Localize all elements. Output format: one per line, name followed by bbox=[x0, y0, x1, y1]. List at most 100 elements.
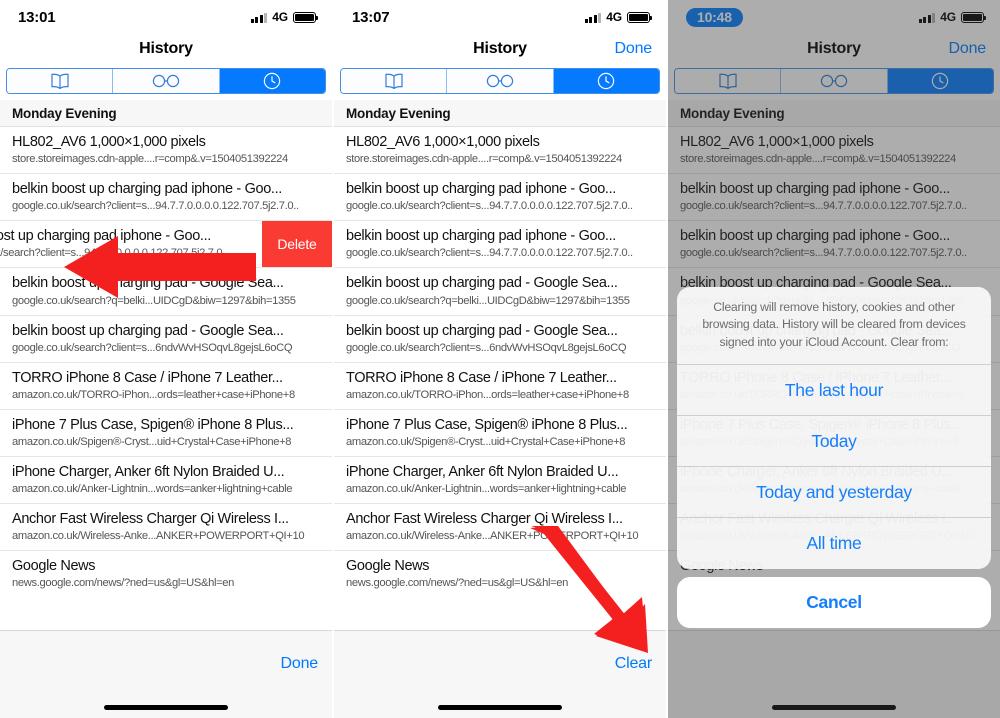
history-row[interactable]: belkin boost up charging pad iphone - Go… bbox=[0, 221, 332, 269]
segmented-control[interactable] bbox=[6, 68, 326, 94]
delete-button[interactable]: Delete bbox=[262, 221, 332, 268]
history-row[interactable]: Google News news.google.com/news/?ned=us&… bbox=[334, 551, 666, 598]
history-row[interactable]: iPhone 7 Plus Case, Spigen® iPhone 8 Plu… bbox=[0, 409, 332, 457]
history-row[interactable]: belkin boost up charging pad iphone - Go… bbox=[334, 174, 666, 222]
history-row-content: belkin boost up charging pad - Google Se… bbox=[12, 274, 320, 307]
tab-reading-list[interactable] bbox=[113, 69, 220, 93]
battery-icon bbox=[627, 11, 653, 23]
history-row-content: Anchor Fast Wireless Charger Qi Wireless… bbox=[346, 510, 654, 543]
history-row[interactable]: belkin boost up charging pad iphone - Go… bbox=[334, 221, 666, 269]
history-row[interactable]: belkin boost up charging pad - Google Se… bbox=[0, 268, 332, 316]
history-row-content: HL802_AV6 1,000×1,000 pixels store.storei… bbox=[346, 133, 654, 166]
history-row-title: belkin boost up charging pad iphone - Go… bbox=[0, 228, 211, 245]
history-row-content: belkin boost up charging pad - Google Se… bbox=[12, 322, 320, 355]
history-row-title: iPhone 7 Plus Case, Spigen® iPhone 8 Plu… bbox=[12, 416, 294, 433]
reading-list-glasses-icon bbox=[819, 74, 849, 88]
history-row-url: amazon.co.uk/Spigen®-Cryst...uid+Crystal… bbox=[12, 435, 292, 448]
history-row-content: iPhone 7 Plus Case, Spigen® iPhone 8 Plu… bbox=[346, 416, 654, 449]
history-row-content: belkin boost up charging pad iphone - Go… bbox=[0, 227, 261, 260]
history-row-content: Google News news.google.com/news/?ned=us&… bbox=[12, 557, 320, 590]
nav-bar: History bbox=[0, 34, 332, 64]
history-row[interactable]: HL802_AV6 1,000×1,000 pixels store.storei… bbox=[0, 127, 332, 175]
network-type-label: 4G bbox=[606, 10, 622, 24]
clear-history-action-sheet: Clearing will remove history, cookies an… bbox=[677, 286, 991, 628]
history-row-title: TORRO iPhone 8 Case / iPhone 7 Leather..… bbox=[12, 369, 283, 386]
segmented-control-wrap bbox=[334, 64, 666, 100]
segmented-control-wrap bbox=[668, 64, 1000, 100]
history-row[interactable]: iPhone 7 Plus Case, Spigen® iPhone 8 Plu… bbox=[334, 409, 666, 457]
status-time: 13:07 bbox=[352, 8, 390, 26]
nav-done-button[interactable]: Done bbox=[949, 40, 987, 58]
option-today[interactable]: Today bbox=[677, 416, 991, 467]
screenshot-stage: 13:01 4G History Monday Evening HL802_AV… bbox=[0, 0, 1000, 718]
history-row[interactable]: belkin boost up charging pad - Google Se… bbox=[334, 315, 666, 363]
tab-reading-list[interactable] bbox=[447, 69, 554, 93]
history-row[interactable]: iPhone Charger, Anker 6ft Nylon Braided … bbox=[334, 456, 666, 504]
tab-history[interactable] bbox=[887, 69, 993, 93]
tab-history[interactable] bbox=[219, 69, 325, 93]
history-row-title: belkin boost up charging pad - Google Se… bbox=[12, 275, 284, 292]
option-today-and-yesterday[interactable]: Today and yesterday bbox=[677, 467, 991, 518]
history-row-url: store.storeimages.cdn-apple....r=comp&.v… bbox=[12, 153, 288, 166]
status-time-badge: 10:48 bbox=[686, 7, 743, 27]
home-indicator bbox=[104, 705, 228, 710]
history-row[interactable]: HL802_AV6 1,000×1,000 pixels store.storei… bbox=[668, 127, 1000, 175]
history-row[interactable]: belkin boost up charging pad iphone - Go… bbox=[0, 174, 332, 222]
history-row[interactable]: TORRO iPhone 8 Case / iPhone 7 Leather..… bbox=[0, 362, 332, 410]
tab-history[interactable] bbox=[553, 69, 659, 93]
history-row-content: belkin boost up charging pad iphone - Go… bbox=[680, 180, 988, 213]
history-row-title: belkin boost up charging pad iphone - Go… bbox=[346, 181, 616, 198]
option-all-time[interactable]: All time bbox=[677, 518, 991, 569]
segmented-control[interactable] bbox=[674, 68, 994, 94]
history-row[interactable]: HL802_AV6 1,000×1,000 pixels store.storei… bbox=[334, 127, 666, 175]
history-row-url: google.co.uk/search?client=s...94.7.7.0.… bbox=[0, 247, 228, 260]
network-type-label: 4G bbox=[272, 10, 288, 24]
segmented-control[interactable] bbox=[340, 68, 660, 94]
history-list: Monday Evening HL802_AV6 1,000×1,000 pix… bbox=[334, 100, 666, 598]
battery-icon bbox=[293, 11, 319, 23]
history-row-url: google.co.uk/search?q=belki...UIDCgD&biw… bbox=[12, 294, 296, 307]
history-row-title: iPhone Charger, Anker 6ft Nylon Braided … bbox=[346, 463, 619, 480]
tab-bookmarks[interactable] bbox=[675, 69, 782, 93]
history-row[interactable]: Google News news.google.com/news/?ned=us&… bbox=[0, 551, 332, 598]
bookmarks-book-icon bbox=[49, 73, 71, 89]
history-row-content: iPhone Charger, Anker 6ft Nylon Braided … bbox=[346, 463, 654, 496]
status-indicators: 4G bbox=[584, 10, 653, 24]
history-row[interactable]: belkin boost up charging pad iphone - Go… bbox=[668, 221, 1000, 269]
tab-reading-list[interactable] bbox=[781, 69, 888, 93]
history-row-content: belkin boost up charging pad - Google Se… bbox=[346, 274, 654, 307]
reading-list-glasses-icon bbox=[151, 74, 181, 88]
tab-bookmarks[interactable] bbox=[341, 69, 448, 93]
history-row[interactable]: iPhone Charger, Anker 6ft Nylon Braided … bbox=[0, 456, 332, 504]
cellular-signal-icon bbox=[250, 12, 268, 23]
history-row[interactable]: belkin boost up charging pad - Google Se… bbox=[0, 315, 332, 363]
history-row[interactable]: Anchor Fast Wireless Charger Qi Wireless… bbox=[0, 504, 332, 552]
status-indicators: 4G bbox=[918, 10, 987, 24]
history-row-title: HL802_AV6 1,000×1,000 pixels bbox=[680, 134, 874, 150]
tab-bookmarks[interactable] bbox=[7, 69, 114, 93]
done-button[interactable]: Done bbox=[281, 655, 319, 673]
option-the-last-hour[interactable]: The last hour bbox=[677, 365, 991, 416]
nav-done-button[interactable]: Done bbox=[615, 40, 653, 58]
history-row[interactable]: TORRO iPhone 8 Case / iPhone 7 Leather..… bbox=[334, 362, 666, 410]
history-row-content: belkin boost up charging pad iphone - Go… bbox=[346, 180, 654, 213]
history-row-url: google.co.uk/search?client=s...94.7.7.0.… bbox=[680, 200, 967, 213]
history-row-title: Anchor Fast Wireless Charger Qi Wireless… bbox=[346, 511, 623, 527]
history-row-content: belkin boost up charging pad - Google Se… bbox=[346, 322, 654, 355]
history-row[interactable]: belkin boost up charging pad iphone - Go… bbox=[668, 174, 1000, 222]
history-row-title: belkin boost up charging pad - Google Se… bbox=[346, 275, 618, 292]
cancel-button[interactable]: Cancel bbox=[677, 577, 991, 628]
list-section-header: Monday Evening bbox=[334, 100, 666, 127]
page-title: History bbox=[139, 40, 193, 57]
bottom-toolbar: Done bbox=[0, 630, 332, 718]
history-row[interactable]: belkin boost up charging pad - Google Se… bbox=[334, 268, 666, 316]
history-row-url: amazon.co.uk/Spigen®-Cryst...uid+Crystal… bbox=[346, 435, 626, 448]
list-section-header: Monday Evening bbox=[668, 100, 1000, 127]
clear-button[interactable]: Clear bbox=[615, 655, 652, 673]
history-row-url: news.google.com/news/?ned=us&gl=US&hl=en bbox=[346, 577, 569, 590]
status-time: 13:01 bbox=[18, 8, 56, 26]
battery-icon bbox=[961, 11, 987, 23]
status-indicators: 4G bbox=[250, 10, 319, 24]
history-row[interactable]: Anchor Fast Wireless Charger Qi Wireless… bbox=[334, 504, 666, 552]
history-row-url: google.co.uk/search?client=s...94.7.7.0.… bbox=[346, 247, 633, 260]
